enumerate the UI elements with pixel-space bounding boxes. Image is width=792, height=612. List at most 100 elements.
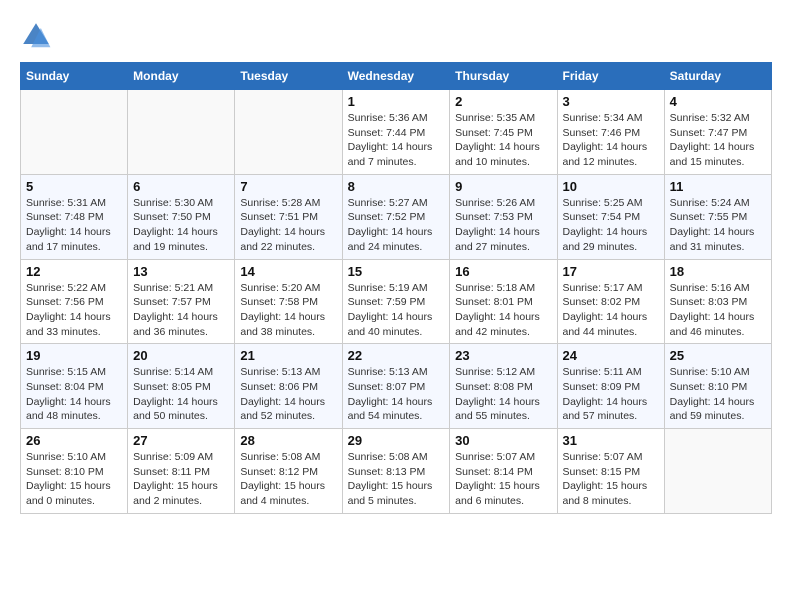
calendar-cell: 17 Sunrise: 5:17 AMSunset: 8:02 PMDayligh… — [557, 259, 664, 344]
calendar-week-3: 12 Sunrise: 5:22 AMSunset: 7:56 PMDayligh… — [21, 259, 772, 344]
day-number: 25 — [670, 348, 766, 363]
calendar-cell: 21Sunrise: 5:13 AMSunset: 8:06 PMDayligh… — [235, 344, 342, 429]
weekday-header-saturday: Saturday — [664, 63, 771, 90]
day-info: Sunrise: 5:15 AMSunset: 8:04 PMDaylight:… — [26, 365, 122, 424]
calendar-cell: 26 Sunrise: 5:10 AMSunset: 8:10 PMDayligh… — [21, 429, 128, 514]
day-number: 27 — [133, 433, 229, 448]
day-info: Sunrise: 5:09 AMSunset: 8:11 PMDaylight:… — [133, 450, 229, 509]
calendar-cell: 19 Sunrise: 5:15 AMSunset: 8:04 PMDayligh… — [21, 344, 128, 429]
day-number: 14 — [240, 264, 336, 279]
calendar-cell: 31 Sunrise: 5:07 AMSunset: 8:15 PMDayligh… — [557, 429, 664, 514]
day-number: 12 — [26, 264, 122, 279]
calendar-cell: 24 Sunrise: 5:11 AMSunset: 8:09 PMDayligh… — [557, 344, 664, 429]
day-info: Sunrise: 5:34 AMSunset: 7:46 PMDaylight:… — [563, 111, 659, 170]
day-number: 22 — [348, 348, 445, 363]
calendar-cell: 30 Sunrise: 5:07 AMSunset: 8:14 PMDayligh… — [450, 429, 557, 514]
calendar-cell: 16 Sunrise: 5:18 AMSunset: 8:01 PMDayligh… — [450, 259, 557, 344]
day-info: Sunrise: 5:07 AMSunset: 8:15 PMDaylight:… — [563, 450, 659, 509]
weekday-header-sunday: Sunday — [21, 63, 128, 90]
day-info: Sunrise: 5:21 AMSunset: 7:57 PMDaylight:… — [133, 281, 229, 340]
day-info: Sunrise: 5:13 AMSunset: 8:07 PMDaylight:… — [348, 365, 445, 424]
day-number: 29 — [348, 433, 445, 448]
day-number: 28 — [240, 433, 336, 448]
calendar-week-1: 1Sunrise: 5:36 AMSunset: 7:44 PMDaylight… — [21, 90, 772, 175]
calendar-cell — [664, 429, 771, 514]
day-number: 13 — [133, 264, 229, 279]
day-number: 19 — [26, 348, 122, 363]
calendar-cell: 20Sunrise: 5:14 AMSunset: 8:05 PMDayligh… — [128, 344, 235, 429]
day-info: Sunrise: 5:20 AMSunset: 7:58 PMDaylight:… — [240, 281, 336, 340]
day-info: Sunrise: 5:25 AMSunset: 7:54 PMDaylight:… — [563, 196, 659, 255]
day-info: Sunrise: 5:32 AMSunset: 7:47 PMDaylight:… — [670, 111, 766, 170]
logo-icon — [20, 20, 52, 52]
day-info: Sunrise: 5:35 AMSunset: 7:45 PMDaylight:… — [455, 111, 551, 170]
day-number: 21 — [240, 348, 336, 363]
day-number: 11 — [670, 179, 766, 194]
day-info: Sunrise: 5:18 AMSunset: 8:01 PMDaylight:… — [455, 281, 551, 340]
day-number: 5 — [26, 179, 122, 194]
day-number: 30 — [455, 433, 551, 448]
day-info: Sunrise: 5:22 AMSunset: 7:56 PMDaylight:… — [26, 281, 122, 340]
calendar-cell: 6 Sunrise: 5:30 AMSunset: 7:50 PMDaylight… — [128, 174, 235, 259]
day-info: Sunrise: 5:11 AMSunset: 8:09 PMDaylight:… — [563, 365, 659, 424]
weekday-header-tuesday: Tuesday — [235, 63, 342, 90]
day-number: 4 — [670, 94, 766, 109]
page-header — [20, 20, 772, 52]
calendar-cell: 29 Sunrise: 5:08 AMSunset: 8:13 PMDayligh… — [342, 429, 450, 514]
day-number: 17 — [563, 264, 659, 279]
calendar-cell — [128, 90, 235, 175]
day-info: Sunrise: 5:10 AMSunset: 8:10 PMDaylight:… — [26, 450, 122, 509]
day-number: 23 — [455, 348, 551, 363]
day-number: 18 — [670, 264, 766, 279]
day-info: Sunrise: 5:08 AMSunset: 8:12 PMDaylight:… — [240, 450, 336, 509]
calendar-cell: 25 Sunrise: 5:10 AMSunset: 8:10 PMDayligh… — [664, 344, 771, 429]
day-number: 10 — [563, 179, 659, 194]
weekday-header-wednesday: Wednesday — [342, 63, 450, 90]
day-number: 20 — [133, 348, 229, 363]
logo — [20, 20, 56, 52]
calendar-week-2: 5 Sunrise: 5:31 AMSunset: 7:48 PMDaylight… — [21, 174, 772, 259]
calendar-cell: 3 Sunrise: 5:34 AMSunset: 7:46 PMDaylight… — [557, 90, 664, 175]
calendar-cell: 4 Sunrise: 5:32 AMSunset: 7:47 PMDaylight… — [664, 90, 771, 175]
calendar-cell: 2 Sunrise: 5:35 AMSunset: 7:45 PMDaylight… — [450, 90, 557, 175]
calendar-cell: 10 Sunrise: 5:25 AMSunset: 7:54 PMDayligh… — [557, 174, 664, 259]
calendar-cell: 22 Sunrise: 5:13 AMSunset: 8:07 PMDayligh… — [342, 344, 450, 429]
calendar-cell: 9 Sunrise: 5:26 AMSunset: 7:53 PMDaylight… — [450, 174, 557, 259]
day-info: Sunrise: 5:07 AMSunset: 8:14 PMDaylight:… — [455, 450, 551, 509]
day-number: 24 — [563, 348, 659, 363]
day-number: 6 — [133, 179, 229, 194]
day-number: 9 — [455, 179, 551, 194]
day-info: Sunrise: 5:24 AMSunset: 7:55 PMDaylight:… — [670, 196, 766, 255]
calendar-cell: 23 Sunrise: 5:12 AMSunset: 8:08 PMDayligh… — [450, 344, 557, 429]
calendar-cell: 8Sunrise: 5:27 AMSunset: 7:52 PMDaylight… — [342, 174, 450, 259]
calendar-cell: 14 Sunrise: 5:20 AMSunset: 7:58 PMDayligh… — [235, 259, 342, 344]
day-info: Sunrise: 5:19 AMSunset: 7:59 PMDaylight:… — [348, 281, 445, 340]
calendar-cell — [235, 90, 342, 175]
calendar-cell: 13 Sunrise: 5:21 AMSunset: 7:57 PMDayligh… — [128, 259, 235, 344]
day-info: Sunrise: 5:31 AMSunset: 7:48 PMDaylight:… — [26, 196, 122, 255]
day-number: 2 — [455, 94, 551, 109]
day-number: 16 — [455, 264, 551, 279]
day-info: Sunrise: 5:10 AMSunset: 8:10 PMDaylight:… — [670, 365, 766, 424]
day-info: Sunrise: 5:27 AMSunset: 7:52 PMDaylight:… — [348, 196, 445, 255]
calendar-week-4: 19 Sunrise: 5:15 AMSunset: 8:04 PMDayligh… — [21, 344, 772, 429]
calendar-cell: 12 Sunrise: 5:22 AMSunset: 7:56 PMDayligh… — [21, 259, 128, 344]
day-info: Sunrise: 5:26 AMSunset: 7:53 PMDaylight:… — [455, 196, 551, 255]
day-info: Sunrise: 5:16 AMSunset: 8:03 PMDaylight:… — [670, 281, 766, 340]
day-number: 31 — [563, 433, 659, 448]
day-info: Sunrise: 5:12 AMSunset: 8:08 PMDaylight:… — [455, 365, 551, 424]
day-info: Sunrise: 5:08 AMSunset: 8:13 PMDaylight:… — [348, 450, 445, 509]
day-number: 1 — [348, 94, 445, 109]
calendar-cell: 27 Sunrise: 5:09 AMSunset: 8:11 PMDayligh… — [128, 429, 235, 514]
day-number: 7 — [240, 179, 336, 194]
calendar-cell: 5 Sunrise: 5:31 AMSunset: 7:48 PMDaylight… — [21, 174, 128, 259]
calendar-cell: 11 Sunrise: 5:24 AMSunset: 7:55 PMDayligh… — [664, 174, 771, 259]
weekday-header-friday: Friday — [557, 63, 664, 90]
day-number: 26 — [26, 433, 122, 448]
weekday-header-monday: Monday — [128, 63, 235, 90]
day-info: Sunrise: 5:17 AMSunset: 8:02 PMDaylight:… — [563, 281, 659, 340]
day-number: 3 — [563, 94, 659, 109]
day-info: Sunrise: 5:30 AMSunset: 7:50 PMDaylight:… — [133, 196, 229, 255]
calendar-cell: 7Sunrise: 5:28 AMSunset: 7:51 PMDaylight… — [235, 174, 342, 259]
calendar-cell: 15Sunrise: 5:19 AMSunset: 7:59 PMDayligh… — [342, 259, 450, 344]
